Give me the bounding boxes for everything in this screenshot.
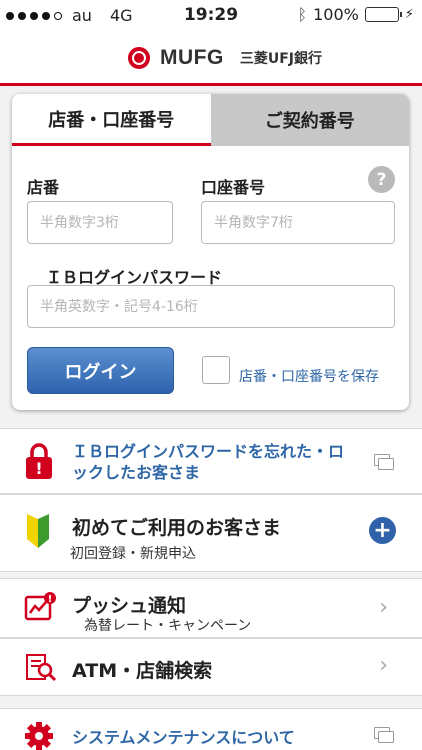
status-bar: au 4G 19:29 ᛒ 100% ⚡: [0, 0, 422, 32]
lock-icon: !: [24, 441, 54, 485]
battery-icon: [364, 7, 402, 22]
first-time-subtitle: 初回登録・新規申込: [70, 546, 196, 562]
battery-percent: 100%: [313, 5, 359, 24]
login-button[interactable]: ログイン: [27, 347, 174, 394]
branch-label: 店番: [27, 178, 60, 197]
save-checkbox[interactable]: [202, 356, 230, 384]
app-header: MUFG 三菱UFJ銀行: [0, 32, 422, 86]
account-label: 口座番号: [201, 178, 266, 197]
branch-input[interactable]: [27, 201, 173, 244]
push-subtitle: 為替レート・キャンペーン: [84, 618, 252, 634]
store-search-icon: [24, 651, 58, 687]
plus-icon[interactable]: +: [369, 517, 396, 544]
forgot-password-link[interactable]: ＩＢログインパスワードを忘れた・ロ ックしたお客さま: [72, 441, 344, 483]
bank-name: 三菱UFJ銀行: [239, 51, 322, 67]
maintenance-row[interactable]: システムメンテナンスについて: [0, 708, 422, 750]
beginner-mark-icon: [24, 513, 52, 553]
brand-name: MUFG: [160, 46, 224, 69]
gear-icon: [24, 721, 54, 750]
atm-title: ATM・店舗検索: [72, 660, 213, 682]
first-time-title: 初めてご利用のお客さま: [72, 517, 282, 539]
svg-text:!: !: [35, 459, 42, 478]
push-notification-row[interactable]: ! プッシュ通知 為替レート・キャンペーン ›: [0, 578, 422, 638]
bluetooth-icon: ᛒ: [297, 5, 308, 24]
atm-search-row[interactable]: ATM・店舗検索 ›: [0, 638, 422, 696]
maintenance-link[interactable]: システムメンテナンスについて: [72, 727, 295, 748]
password-input[interactable]: [27, 285, 395, 328]
help-icon[interactable]: ?: [368, 166, 395, 193]
external-link-icon: [374, 454, 394, 470]
login-card: 店番・口座番号 ご契約番号 店番 口座番号 ? ＩＢログインパスワード ログイン…: [12, 94, 409, 410]
tab-branch-account[interactable]: 店番・口座番号: [12, 94, 211, 146]
save-checkbox-label[interactable]: 店番・口座番号を保存: [239, 366, 379, 386]
external-link-icon: [374, 727, 394, 743]
tab-contract-number[interactable]: ご契約番号: [210, 94, 409, 146]
bank-logo: MUFG 三菱UFJ銀行: [128, 46, 322, 70]
push-title: プッシュ通知: [72, 595, 187, 617]
chevron-right-icon: ›: [379, 595, 388, 620]
chevron-right-icon: ›: [379, 653, 388, 678]
chart-alert-icon: !: [24, 591, 58, 627]
forgot-password-row[interactable]: ! ＩＢログインパスワードを忘れた・ロ ックしたお客さま: [0, 428, 422, 494]
svg-text:!: !: [48, 594, 53, 605]
mufg-logo-icon: [128, 47, 154, 69]
charging-icon: ⚡: [404, 7, 414, 22]
login-tabs: 店番・口座番号 ご契約番号: [12, 94, 409, 146]
first-time-row[interactable]: 初めてご利用のお客さま 初回登録・新規申込 +: [0, 494, 422, 572]
account-input[interactable]: [201, 201, 395, 244]
